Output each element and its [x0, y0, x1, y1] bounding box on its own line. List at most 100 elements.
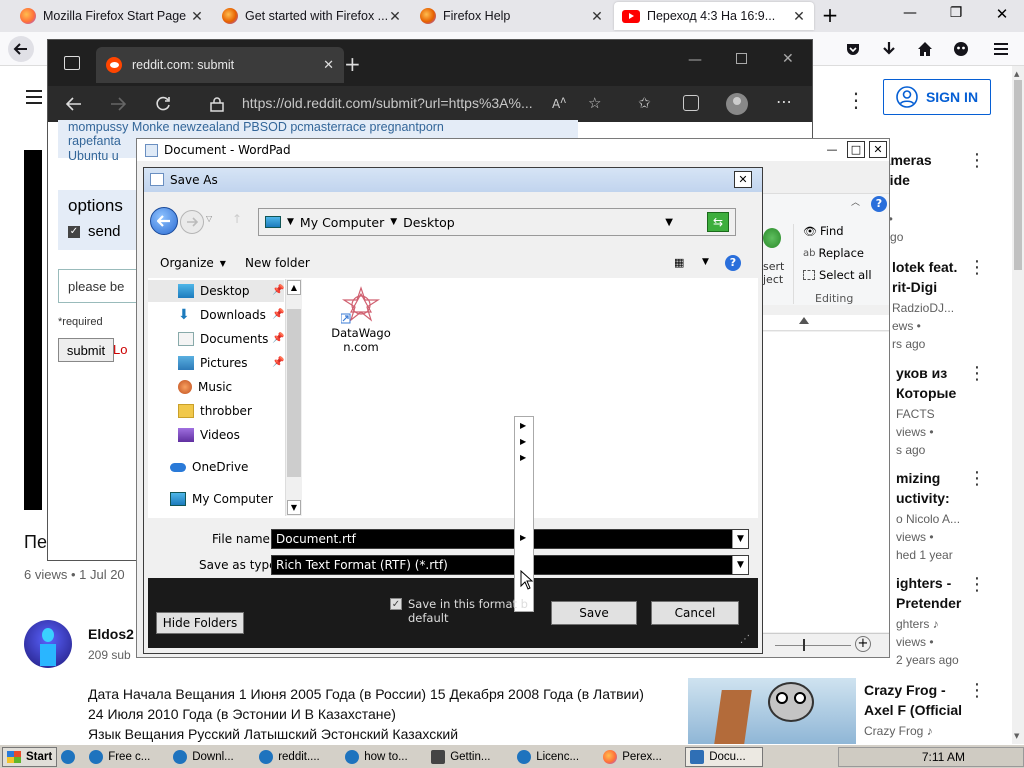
chevron-down-icon[interactable]: ▼ — [732, 530, 748, 548]
taskbar-item[interactable]: Perex... — [599, 747, 685, 767]
hide-folders-button[interactable]: Hide Folders — [156, 612, 244, 634]
refresh-icon[interactable]: ⇆ — [707, 212, 729, 232]
zoom-in-icon[interactable]: + — [855, 636, 871, 652]
file-item-datawagon[interactable]: DataWago n.com — [326, 286, 396, 354]
pin-icon[interactable]: 📌 — [272, 357, 284, 368]
firefox-tab-get-started[interactable]: Get started with Firefox ... ✕ — [214, 2, 410, 30]
nav-item-videos[interactable]: Videos — [178, 424, 240, 446]
suggestion-text[interactable]: Ubuntu u — [68, 149, 119, 163]
chevron-down-icon[interactable]: ▼ — [732, 556, 748, 574]
profile-icon[interactable] — [726, 93, 748, 115]
extension-button[interactable] — [948, 36, 974, 62]
save-default-checkbox[interactable]: ✓ — [390, 598, 402, 610]
downloads-button[interactable] — [876, 36, 902, 62]
nav-item-pictures[interactable]: Pictures — [178, 352, 248, 374]
more-options-icon[interactable]: ⋮ — [968, 574, 986, 595]
refresh-icon[interactable] — [155, 96, 171, 112]
file-name-input[interactable]: Document.rtf ▼ — [271, 529, 749, 549]
more-options-icon[interactable]: ⋮ — [968, 363, 986, 384]
back-button[interactable] — [150, 207, 178, 235]
insert-object-label[interactable]: sert — [763, 260, 784, 273]
more-options-icon[interactable]: ⋮ — [846, 88, 866, 112]
nav-item-desktop[interactable]: Desktop — [178, 280, 250, 302]
firefox-tab-help[interactable]: Firefox Help ✕ — [412, 2, 612, 30]
pocket-button[interactable] — [840, 36, 866, 62]
suggestion-item[interactable]: lotek feat. rit-Digi RadzioDJ... ews • r… — [892, 257, 1012, 357]
resize-grip-icon[interactable]: ⋰ — [740, 634, 750, 645]
arrow-right-icon[interactable] — [110, 97, 126, 111]
sign-in-button[interactable]: SIGN IN — [883, 79, 991, 115]
start-button[interactable]: Start — [2, 746, 58, 767]
arrow-left-icon[interactable] — [66, 97, 82, 111]
select-all-button[interactable]: Select all — [803, 268, 872, 282]
pin-icon[interactable]: 📌 — [272, 309, 284, 320]
organize-button[interactable]: Organize ▼ — [160, 256, 226, 270]
minimize-button[interactable]: — — [898, 5, 922, 21]
edge-tab-reddit[interactable]: reddit.com: submit ✕ — [96, 47, 344, 83]
breadcrumb-my-computer[interactable]: My Computer — [300, 215, 384, 230]
taskbar-item[interactable]: Free c... — [85, 747, 169, 767]
home-button[interactable] — [912, 36, 938, 62]
help-icon[interactable]: ? — [725, 255, 741, 271]
minimize-icon[interactable]: — — [823, 141, 841, 158]
nav-item-my-computer[interactable]: My Computer — [170, 488, 273, 510]
chevron-down-icon[interactable]: ▼ — [702, 257, 709, 267]
maximize-button[interactable]: ❐ — [944, 5, 968, 21]
minimize-icon[interactable]: — — [688, 52, 702, 68]
add-favorite-icon[interactable]: ☆ — [588, 94, 601, 112]
help-icon[interactable]: ? — [871, 196, 887, 212]
close-tab-icon[interactable]: ✕ — [190, 8, 204, 25]
collections-icon[interactable] — [683, 95, 699, 111]
cancel-button[interactable]: Cancel — [651, 601, 739, 625]
chevron-down-icon[interactable]: ▼ — [287, 217, 294, 227]
close-tab-icon[interactable]: ✕ — [323, 57, 334, 73]
send-checkbox[interactable]: ✓ — [68, 226, 80, 238]
youtube-menu-icon[interactable] — [26, 90, 42, 104]
nav-item-music[interactable]: Music — [178, 376, 232, 398]
save-type-select[interactable]: Rich Text Format (RTF) (*.rtf) ▼ — [271, 555, 749, 575]
login-link[interactable]: Lo — [113, 342, 127, 357]
new-tab-icon[interactable]: + — [344, 52, 361, 76]
taskbar-item-active[interactable]: Docu... — [685, 746, 764, 767]
taskbar-item[interactable]: how to... — [341, 747, 427, 767]
close-dialog-button[interactable]: ✕ — [734, 171, 752, 188]
address-bar[interactable]: ▼ My Computer ▼ Desktop ▼ — [258, 208, 736, 236]
more-options-icon[interactable]: ⋮ — [968, 257, 986, 278]
pin-icon[interactable]: 📌 — [272, 333, 284, 344]
nav-item-throbber[interactable]: throbber — [178, 400, 252, 422]
nav-item-downloads[interactable]: ⬇ Downloads — [178, 304, 266, 326]
close-tab-icon[interactable]: ✕ — [590, 8, 604, 25]
url-field[interactable]: https://old.reddit.com/submit?url=https%… — [242, 95, 538, 111]
more-icon[interactable]: ⋯ — [776, 92, 792, 111]
new-tab-button[interactable]: + — [818, 4, 842, 28]
recent-locations-icon[interactable]: ▽ — [206, 214, 212, 223]
firefox-tab-start-page[interactable]: Mozilla Firefox Start Page ✕ — [12, 2, 212, 30]
suggestion-item[interactable]: уков из Которые FACTS views • s ago — [896, 363, 1012, 463]
close-tab-icon[interactable]: ✕ — [792, 8, 806, 25]
close-icon[interactable]: ✕ — [869, 141, 887, 158]
firefox-tab-youtube[interactable]: Переход 4:3 На 16:9... ✕ — [614, 2, 814, 30]
nav-item-documents[interactable]: Documents — [178, 328, 268, 350]
more-options-icon[interactable]: ⋮ — [968, 150, 986, 171]
taskbar-item[interactable]: reddit.... — [255, 747, 341, 767]
view-options-icon[interactable]: ▦ — [674, 256, 684, 269]
pin-icon[interactable]: 📌 — [272, 285, 284, 296]
favorites-icon[interactable]: ✩ — [638, 94, 651, 112]
suggestion-item[interactable]: ighters - Pretender ghters ♪ views • 2 y… — [896, 573, 1012, 673]
close-window-button[interactable]: ✕ — [990, 5, 1014, 23]
zoom-slider[interactable] — [803, 639, 805, 651]
breadcrumb-desktop[interactable]: Desktop — [403, 215, 455, 230]
address-dropdown-icon[interactable]: ▼ — [665, 217, 673, 228]
replace-button[interactable]: ab Replace — [803, 246, 864, 260]
more-options-icon[interactable]: ⋮ — [968, 680, 986, 701]
back-button[interactable] — [8, 36, 34, 62]
maximize-icon[interactable] — [736, 53, 747, 64]
taskbar-item[interactable]: Downl... — [169, 747, 255, 767]
read-aloud-icon[interactable]: Aʌ — [552, 95, 566, 111]
ruler[interactable] — [763, 315, 889, 331]
document-area[interactable] — [763, 332, 889, 632]
find-button[interactable]: 👁 Find — [803, 224, 844, 238]
menu-button[interactable] — [988, 36, 1014, 62]
taskbar-item[interactable]: Licenc... — [513, 747, 599, 767]
insert-object-label[interactable]: ject — [763, 273, 783, 286]
